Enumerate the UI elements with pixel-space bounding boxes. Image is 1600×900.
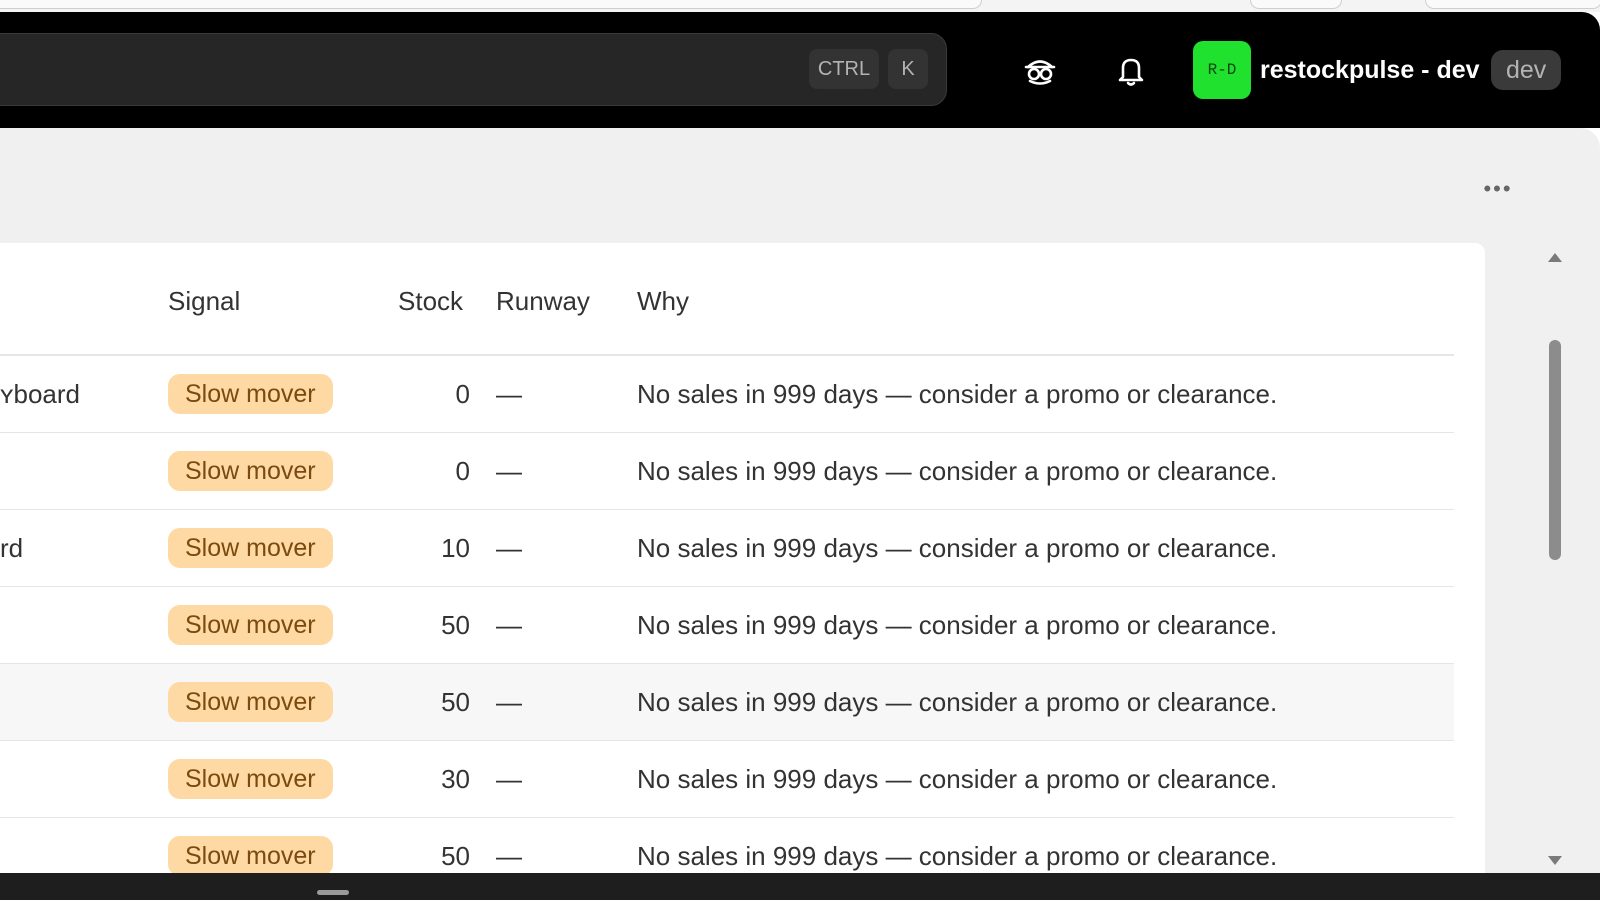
vertical-scrollbar-thumb[interactable]	[1549, 340, 1561, 560]
incognito-icon[interactable]	[1022, 52, 1058, 88]
shortcut-ctrl-key: CTRL	[809, 49, 879, 89]
column-header-stock[interactable]: Stock	[398, 281, 463, 321]
table-row[interactable]: Slow mover 30 — No sales in 999 days — c…	[0, 741, 1454, 818]
bottom-resize-bar	[0, 873, 1600, 900]
more-options-button[interactable]: •••	[1478, 174, 1518, 204]
signal-badge: Slow mover	[168, 374, 333, 414]
why-text: No sales in 999 days — consider a promo …	[637, 456, 1278, 486]
signal-badge: Slow mover	[168, 836, 333, 873]
runway-value: —	[496, 456, 522, 486]
command-search-input[interactable]: CTRL K	[0, 33, 947, 106]
table-row[interactable]: Slow mover 50 — No sales in 999 days — c…	[0, 664, 1454, 741]
scroll-up-arrow-icon[interactable]	[1548, 253, 1562, 262]
signal-badge: Slow mover	[168, 605, 333, 645]
signal-badge: Slow mover	[168, 759, 333, 799]
stock-value: 0	[455, 379, 470, 409]
table-row[interactable]: Slow mover 50 — No sales in 999 days — c…	[0, 587, 1454, 664]
browser-tab[interactable]	[1425, 0, 1600, 9]
column-header-runway[interactable]: Runway	[496, 281, 590, 321]
runway-value: —	[496, 533, 522, 563]
org-name[interactable]: restockpulse - dev	[1260, 52, 1480, 88]
why-text: No sales in 999 days — consider a promo …	[637, 841, 1278, 871]
browser-tab[interactable]	[1250, 0, 1342, 9]
shortcut-k-key: K	[888, 49, 928, 89]
stock-value: 0	[455, 456, 470, 486]
why-text: No sales in 999 days — consider a promo …	[637, 764, 1278, 794]
runway-value: —	[496, 841, 522, 871]
stock-value: 50	[441, 841, 470, 871]
org-avatar[interactable]: R-D	[1193, 41, 1251, 99]
stock-value: 10	[441, 533, 470, 563]
product-name: ʏboard	[0, 379, 81, 409]
why-text: No sales in 999 days — consider a promo …	[637, 379, 1278, 409]
runway-value: —	[496, 610, 522, 640]
why-text: No sales in 999 days — consider a promo …	[637, 533, 1278, 563]
table-row[interactable]: rd Slow mover 10 — No sales in 999 days …	[0, 510, 1454, 587]
bell-icon[interactable]	[1113, 52, 1149, 88]
signal-badge: Slow mover	[168, 451, 333, 491]
product-name: rd	[0, 533, 24, 563]
column-header-why[interactable]: Why	[637, 281, 689, 321]
browser-tab-strip	[0, 0, 1600, 12]
stock-value: 50	[441, 687, 470, 717]
resize-handle[interactable]	[317, 890, 349, 895]
why-text: No sales in 999 days — consider a promo …	[637, 610, 1278, 640]
runway-value: —	[496, 764, 522, 794]
runway-value: —	[496, 687, 522, 717]
main-panel: ••• Signal Stock Runway Why ʏboard Slow …	[0, 128, 1600, 873]
top-navigation-bar: CTRL K R-D restockpulse - dev dev	[0, 12, 1600, 128]
table-row[interactable]: Slow mover 50 — No sales in 999 days — c…	[0, 818, 1454, 873]
why-text: No sales in 999 days — consider a promo …	[637, 687, 1278, 717]
stock-value: 30	[441, 764, 470, 794]
stock-value: 50	[441, 610, 470, 640]
signals-table: Signal Stock Runway Why ʏboard Slow move…	[0, 243, 1485, 873]
signal-badge: Slow mover	[168, 682, 333, 722]
runway-value: —	[496, 379, 522, 409]
table-row[interactable]: Slow mover 0 — No sales in 999 days — co…	[0, 433, 1454, 510]
browser-tab[interactable]	[0, 0, 982, 9]
signal-badge: Slow mover	[168, 528, 333, 568]
column-header-signal[interactable]: Signal	[168, 281, 240, 321]
environment-badge: dev	[1491, 50, 1562, 90]
scroll-down-arrow-icon[interactable]	[1548, 856, 1562, 865]
table-row[interactable]: ʏboard Slow mover 0 — No sales in 999 da…	[0, 356, 1454, 433]
